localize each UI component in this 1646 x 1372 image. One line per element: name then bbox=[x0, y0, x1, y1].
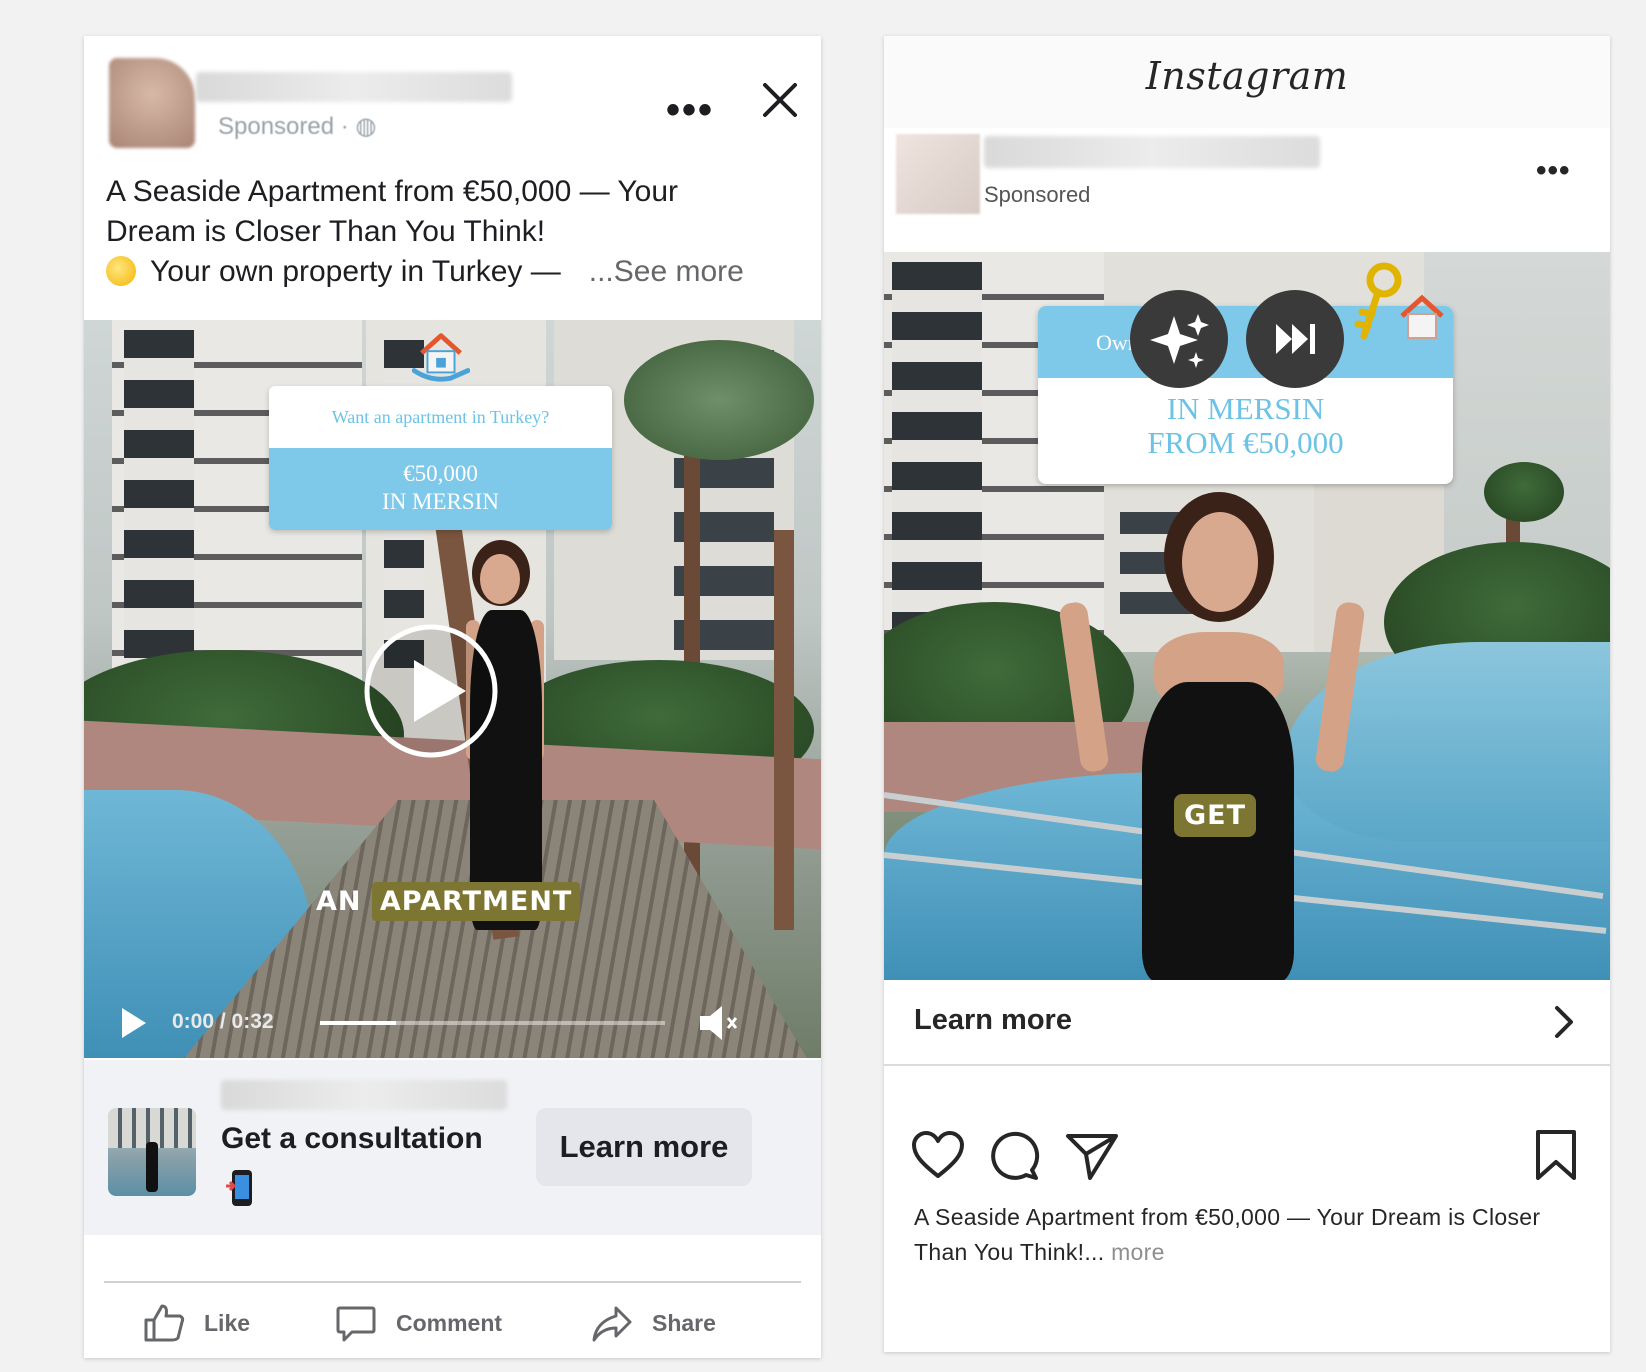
share-label: Share bbox=[652, 1309, 716, 1336]
advertiser-name-redacted[interactable] bbox=[196, 72, 512, 102]
sparkles-icon bbox=[1150, 314, 1209, 368]
video-progress-fill bbox=[320, 1021, 396, 1025]
overlay-price: FROM €50,000 bbox=[1147, 425, 1344, 460]
skip-forward-button[interactable] bbox=[1246, 290, 1344, 388]
instagram-post: Sponsored ••• Own IN MERSIN FROM €50,000… bbox=[884, 128, 1610, 1352]
comment-button[interactable]: Comment bbox=[334, 1298, 502, 1348]
skip-forward-icon bbox=[1276, 324, 1315, 354]
ad-video[interactable]: Want an apartment in Turkey? €50,000 IN … bbox=[84, 320, 821, 1058]
video-time: 0:00 / 0:32 bbox=[172, 1010, 274, 1033]
keys-house-icon bbox=[1354, 262, 1444, 340]
caption-text: A Seaside Apartment from €50,000 — Your … bbox=[914, 1204, 1541, 1265]
sponsored-label: Sponsored bbox=[984, 182, 1091, 207]
play-video-icon[interactable] bbox=[362, 622, 500, 760]
send-icon[interactable] bbox=[1064, 1128, 1120, 1184]
chevron-right-icon bbox=[1555, 1006, 1573, 1038]
video-overlay-card: Want an apartment in Turkey? €50,000 IN … bbox=[269, 386, 612, 530]
more-options-icon[interactable]: ••• bbox=[1536, 154, 1571, 188]
instagram-logo: Instagram bbox=[1145, 54, 1349, 98]
sun-emoji-icon bbox=[106, 256, 136, 286]
post-text-line-2: Dream is Closer Than You Think! bbox=[106, 215, 546, 248]
sponsored-label: Sponsored · ◍ bbox=[218, 113, 377, 140]
share-icon bbox=[592, 1306, 632, 1342]
see-more-link[interactable]: ...See more bbox=[589, 255, 744, 288]
caption-highlight: GET bbox=[1174, 794, 1257, 837]
like-label: Like bbox=[204, 1309, 251, 1336]
effects-button[interactable] bbox=[1130, 290, 1228, 388]
cta-bar: Get a consultation Learn more bbox=[84, 1060, 821, 1235]
heart-icon[interactable] bbox=[910, 1128, 966, 1184]
learn-more-button[interactable]: Learn more bbox=[536, 1108, 752, 1186]
advertiser-avatar[interactable] bbox=[896, 134, 980, 214]
overlay-location: IN MERSIN bbox=[382, 489, 499, 514]
overlay-question: Want an apartment in Turkey? bbox=[331, 406, 550, 427]
facebook-ad-card: Sponsored · ◍ ••• A Seaside Apartment fr… bbox=[84, 36, 821, 1358]
like-button[interactable]: Like bbox=[142, 1298, 250, 1348]
bookmark-icon[interactable] bbox=[1528, 1128, 1584, 1184]
actions-divider bbox=[104, 1281, 801, 1283]
presenter-figure bbox=[1058, 492, 1366, 980]
learn-more-label: Learn more bbox=[914, 1004, 1072, 1036]
comment-icon[interactable] bbox=[986, 1128, 1042, 1184]
share-button[interactable]: Share bbox=[590, 1298, 716, 1348]
video-caption: GET bbox=[1174, 794, 1257, 837]
instagram-ad-card: Instagram Sponsored ••• Own IN MERSIN FR… bbox=[884, 36, 1610, 1352]
caption-highlight: APARTMENT bbox=[371, 882, 581, 921]
cta-domain-redacted bbox=[221, 1080, 507, 1110]
post-text-line-1: A Seaside Apartment from €50,000 — Your bbox=[106, 175, 679, 208]
cta-title[interactable]: Get a consultation bbox=[221, 1122, 483, 1156]
video-progress-bar[interactable] bbox=[320, 1021, 665, 1025]
post-text-line-3: Your own property in Turkey — bbox=[150, 255, 561, 288]
play-icon[interactable] bbox=[118, 1006, 148, 1040]
close-icon[interactable] bbox=[760, 80, 800, 120]
mobile-phone-icon bbox=[226, 1170, 252, 1206]
muted-volume-icon[interactable] bbox=[696, 1002, 742, 1044]
post-caption: A Seaside Apartment from €50,000 — Your … bbox=[914, 1200, 1574, 1270]
house-hand-icon bbox=[412, 333, 470, 382]
cta-thumbnail[interactable] bbox=[108, 1108, 196, 1196]
thumbs-up-icon bbox=[144, 1304, 185, 1342]
overlay-price: €50,000 bbox=[403, 461, 478, 486]
post-text: A Seaside Apartment from €50,000 — Your … bbox=[106, 172, 796, 292]
overlay-location: IN MERSIN bbox=[1166, 391, 1325, 426]
ad-video[interactable]: Own IN MERSIN FROM €50,000 GET bbox=[884, 252, 1610, 980]
caption-plain: AN bbox=[316, 886, 362, 917]
learn-more-bar[interactable]: Learn more bbox=[884, 980, 1610, 1066]
video-controls: 0:00 / 0:32 bbox=[84, 988, 821, 1058]
comment-label: Comment bbox=[396, 1309, 503, 1336]
advertiser-avatar[interactable] bbox=[109, 58, 195, 148]
video-caption: AN APARTMENT bbox=[316, 882, 581, 921]
more-options-icon[interactable]: ••• bbox=[666, 90, 714, 130]
comment-icon bbox=[336, 1306, 376, 1342]
caption-more-link[interactable]: more bbox=[1111, 1239, 1165, 1265]
advertiser-name-redacted[interactable] bbox=[984, 136, 1320, 168]
